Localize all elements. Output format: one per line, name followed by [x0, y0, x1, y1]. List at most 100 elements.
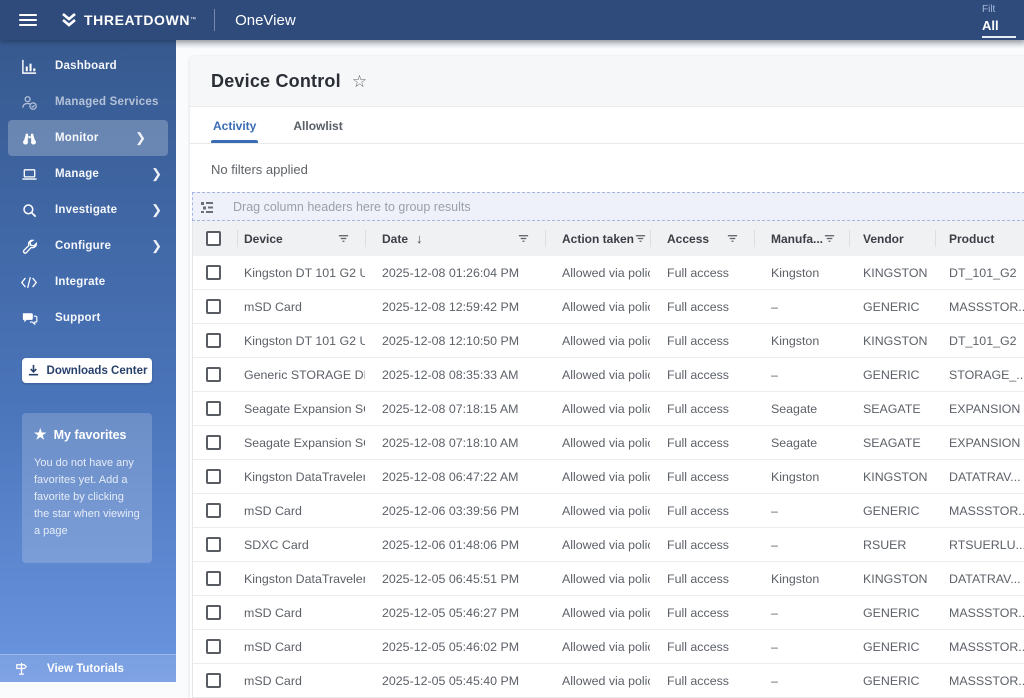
cell-device: Seagate Expansion SC... — [244, 401, 365, 416]
sidebar-item-label: Investigate — [55, 204, 118, 216]
topbar-divider — [214, 9, 216, 31]
row-checkbox[interactable] — [206, 367, 221, 382]
sidebar-item-label: Managed Services — [55, 96, 159, 108]
sidebar-item-label: Monitor — [55, 132, 99, 144]
column-header-product[interactable]: Product — [935, 221, 1024, 256]
my-favorites-body: You do not have any favorites yet. Add a… — [34, 457, 140, 538]
filter-icon[interactable] — [634, 232, 647, 245]
sidebar-item-investigate[interactable]: Investigate ❯ — [0, 192, 176, 228]
cell-action-taken: Allowed via policy — [562, 435, 650, 450]
sidebar-item-configure[interactable]: Configure ❯ — [0, 228, 176, 264]
column-header-access[interactable]: Access — [650, 221, 754, 256]
column-header-vendor[interactable]: Vendor — [849, 221, 935, 256]
row-checkbox[interactable] — [206, 435, 221, 450]
cell-product: MASSSTOR... — [949, 503, 1024, 518]
top-bar: THREATDOWN ™ OneView Filt All — [0, 0, 1024, 40]
row-select — [193, 324, 237, 357]
table-row[interactable]: mSD Card 2025-12-06 03:39:56 PM Allowed vi… — [193, 494, 1024, 528]
cell-action-taken: Allowed via policy — [562, 537, 650, 552]
row-checkbox[interactable] — [206, 673, 221, 688]
menu-icon[interactable] — [19, 14, 37, 26]
row-checkbox[interactable] — [206, 537, 221, 552]
cell-access: Full access — [667, 571, 729, 586]
chevron-right-icon: ❯ — [135, 130, 146, 145]
row-checkbox[interactable] — [206, 639, 221, 654]
cell-action-taken: Allowed via policy — [562, 639, 650, 654]
table-row[interactable]: Seagate Expansion SC... 2025-12-08 07:18:… — [193, 392, 1024, 426]
row-checkbox[interactable] — [206, 605, 221, 620]
row-select — [193, 596, 237, 629]
cell-access: Full access — [667, 605, 729, 620]
sidebar-item-dashboard[interactable]: Dashboard — [0, 48, 176, 84]
cell-date: 2025-12-05 05:45:40 PM — [382, 673, 520, 688]
table-row[interactable]: Generic STORAGE DEV... 2025-12-08 08:35:3… — [193, 358, 1024, 392]
downloads-center-button[interactable]: Downloads Center — [22, 358, 152, 383]
cell-manufacturer: – — [771, 503, 778, 518]
table-row[interactable]: mSD Card 2025-12-08 12:59:42 PM Allowed vi… — [193, 290, 1024, 324]
cell-manufacturer: – — [771, 639, 778, 654]
table-row[interactable]: Kingston DataTraveler ... 2025-12-05 06:4… — [193, 562, 1024, 596]
column-header-device[interactable]: Device — [237, 221, 365, 256]
cell-action-taken: Allowed via policy — [562, 673, 650, 688]
cell-vendor: RSUER — [863, 537, 907, 552]
sidebar-item-manage[interactable]: Manage ❯ — [0, 156, 176, 192]
group-by-panel[interactable]: Drag column headers here to group result… — [192, 192, 1024, 221]
tab-activity[interactable]: Activity — [211, 107, 259, 143]
filter-icon[interactable] — [337, 232, 350, 245]
cell-device: Generic STORAGE DEV... — [244, 367, 365, 382]
table-row[interactable]: mSD Card 2025-12-05 05:46:02 PM Allowed vi… — [193, 630, 1024, 664]
table-row[interactable]: Kingston DataTraveler ... 2025-12-08 06:4… — [193, 460, 1024, 494]
column-header-manufa[interactable]: Manufa... — [754, 221, 849, 256]
row-checkbox[interactable] — [206, 503, 221, 518]
sidebar-item-integrate[interactable]: Integrate — [0, 264, 176, 300]
cell-access: Full access — [667, 639, 729, 654]
column-header-date[interactable]: Date ↓ — [365, 221, 545, 256]
cell-product: MASSSTOR... — [949, 299, 1024, 314]
cell-product: DATATRAV... — [949, 469, 1021, 484]
cell-date: 2025-12-08 12:10:50 PM — [382, 333, 520, 348]
cell-date: 2025-12-05 06:45:51 PM — [382, 571, 520, 586]
table-row[interactable]: mSD Card 2025-12-05 05:45:40 PM Allowed vi… — [193, 664, 1024, 698]
row-checkbox[interactable] — [206, 571, 221, 586]
group-by-hint: Drag column headers here to group result… — [233, 199, 471, 214]
cell-action-taken: Allowed via policy — [562, 571, 650, 586]
column-header-action-taken[interactable]: Action taken — [545, 221, 650, 256]
row-select — [193, 358, 237, 391]
row-checkbox[interactable] — [206, 401, 221, 416]
favorite-star-icon[interactable]: ☆ — [352, 73, 367, 90]
filters-status: No filters applied — [190, 144, 1024, 192]
row-select — [193, 494, 237, 527]
select-all-checkbox[interactable] — [206, 231, 221, 246]
cell-device: mSD Card — [244, 605, 302, 620]
cell-access: Full access — [667, 673, 729, 688]
cell-manufacturer: Kingston — [771, 265, 820, 280]
table-row[interactable]: Kingston DT 101 G2 U... 2025-12-08 12:10:… — [193, 324, 1024, 358]
sidebar-item-support[interactable]: Support — [0, 300, 176, 336]
column-label: Product — [949, 231, 995, 246]
row-checkbox[interactable] — [206, 299, 221, 314]
cell-access: Full access — [667, 503, 729, 518]
chat-icon — [20, 309, 38, 327]
column-label: Device — [244, 231, 283, 246]
cell-manufacturer: – — [771, 367, 778, 382]
table-row[interactable]: Seagate Expansion SC... 2025-12-08 07:18:… — [193, 426, 1024, 460]
sidebar-item-label: Configure — [55, 240, 112, 252]
tab-allowlist[interactable]: Allowlist — [291, 107, 344, 143]
cell-action-taken: Allowed via policy — [562, 299, 650, 314]
row-checkbox[interactable] — [206, 469, 221, 484]
row-select — [193, 290, 237, 323]
row-checkbox[interactable] — [206, 333, 221, 348]
view-tutorials-button[interactable]: View Tutorials — [0, 654, 176, 682]
filter-icon[interactable] — [823, 232, 836, 245]
sidebar-item-managed-services[interactable]: Managed Services — [0, 84, 176, 120]
filter-icon[interactable] — [517, 232, 530, 245]
table-row[interactable]: mSD Card 2025-12-05 05:46:27 PM Allowed vi… — [193, 596, 1024, 630]
table-row[interactable]: SDXC Card 2025-12-06 01:48:06 PM Allowed v… — [193, 528, 1024, 562]
cell-vendor: GENERIC — [863, 299, 920, 314]
sidebar-item-monitor[interactable]: Monitor ❯ — [8, 120, 168, 156]
site-filter-dropdown[interactable]: Filt All — [982, 4, 1024, 38]
row-checkbox[interactable] — [206, 265, 221, 280]
row-select — [193, 562, 237, 595]
table-row[interactable]: Kingston DT 101 G2 U... 2025-12-08 01:26:… — [193, 256, 1024, 290]
filter-icon[interactable] — [726, 232, 739, 245]
